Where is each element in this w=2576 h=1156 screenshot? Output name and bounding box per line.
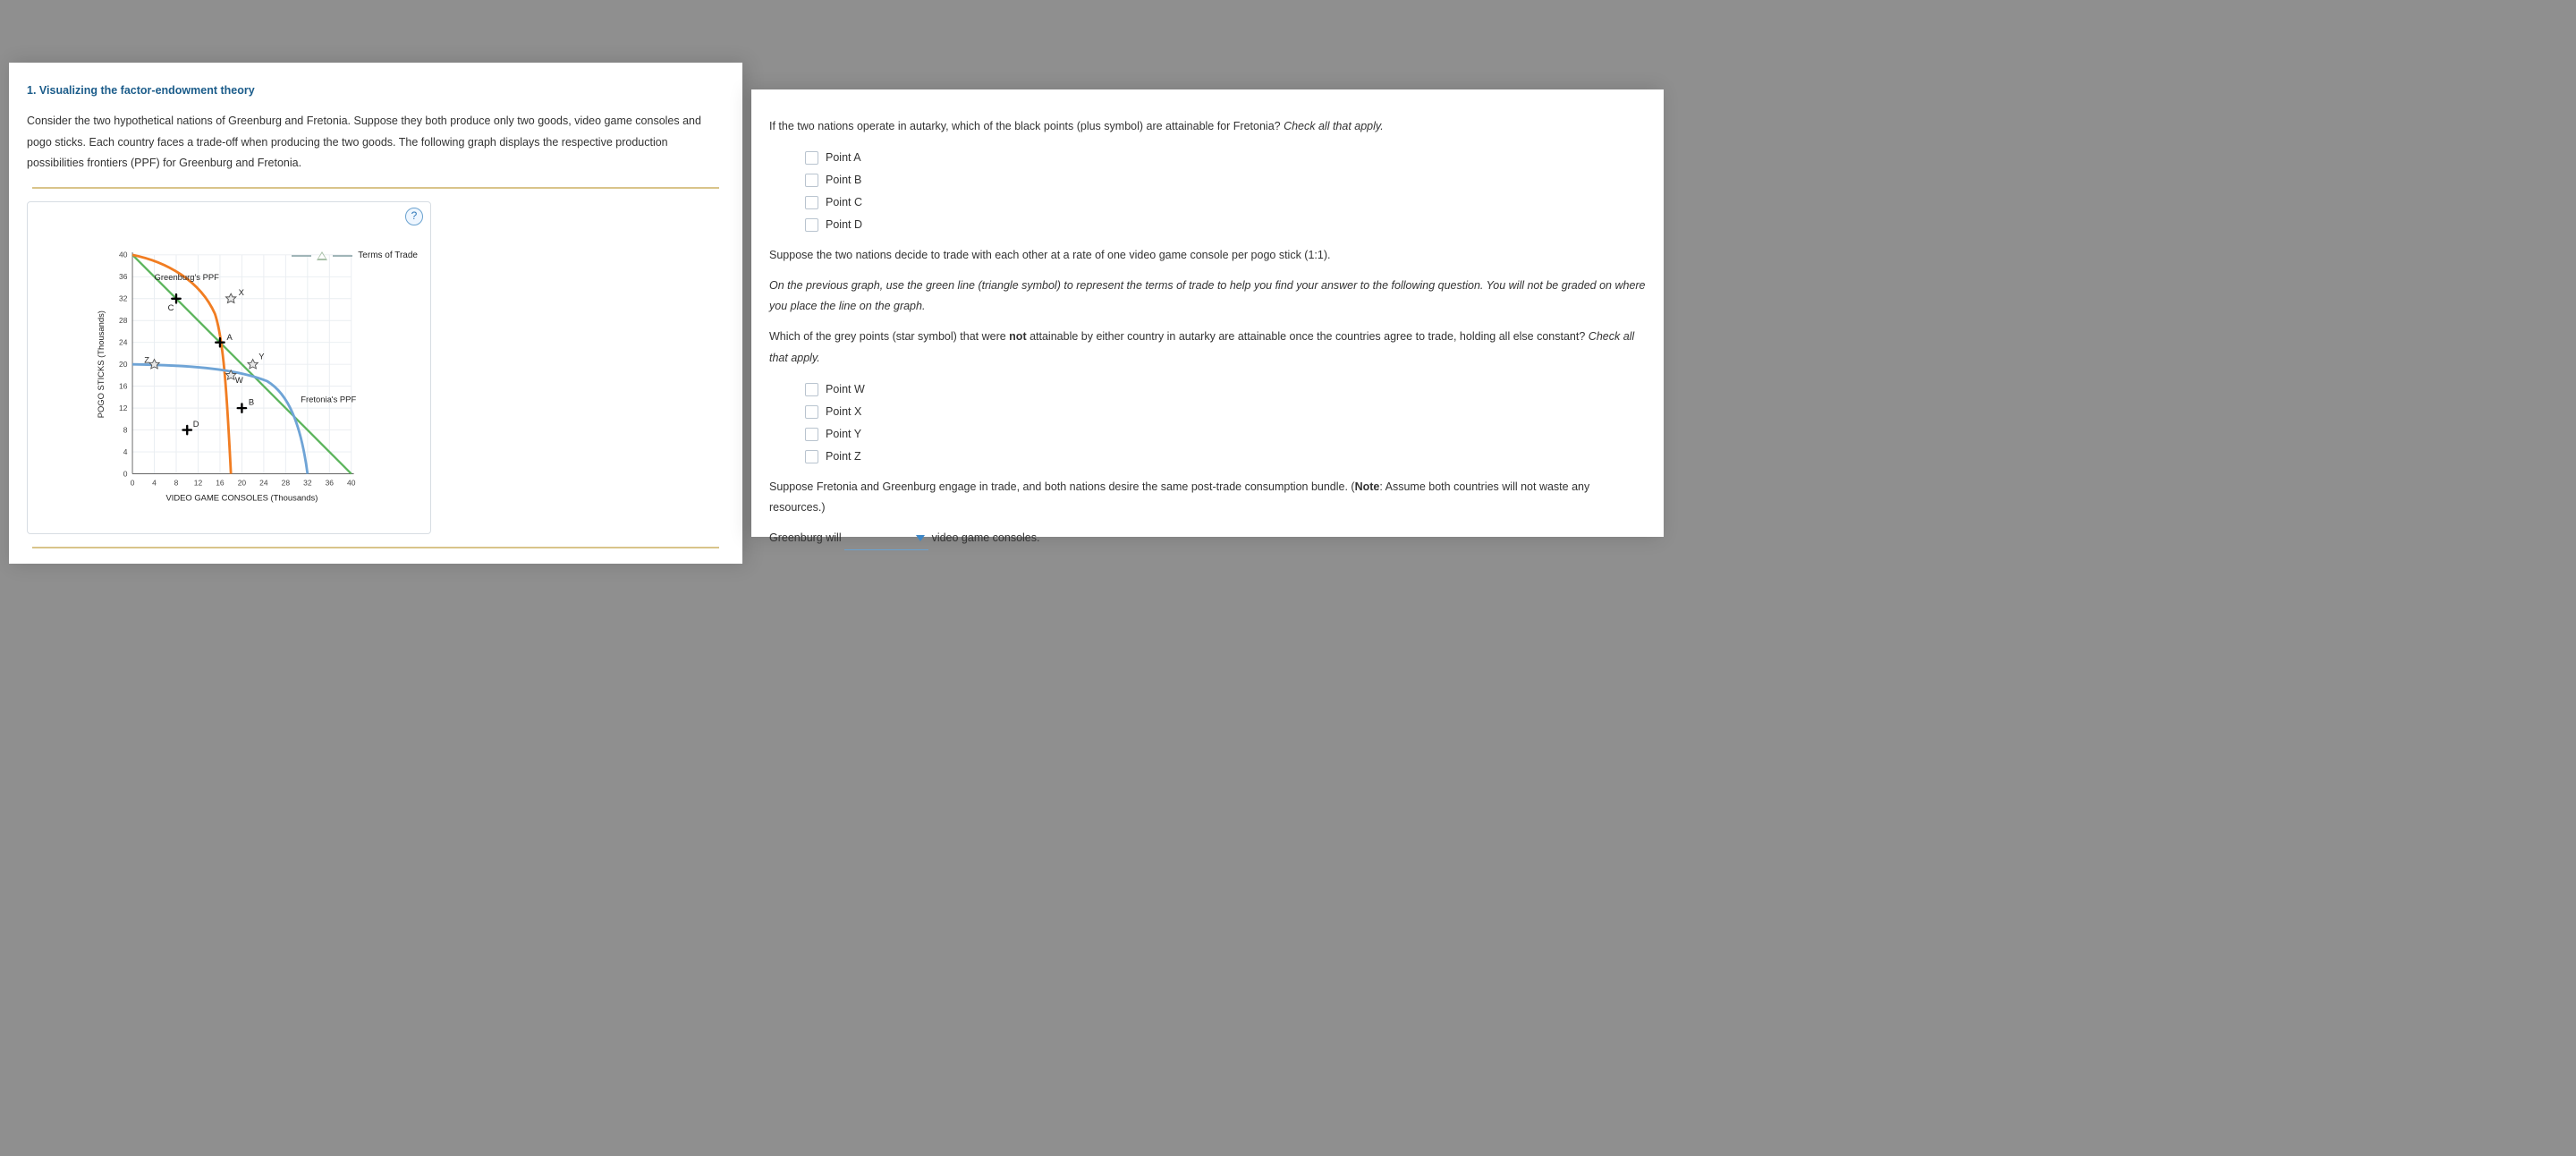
tot-instruction-paragraph: On the previous graph, use the green lin… bbox=[769, 276, 1646, 319]
q3-fill-sentence: Greenburg will video game consoles. bbox=[769, 528, 1646, 550]
page-right: If the two nations operate in autarky, w… bbox=[751, 89, 1664, 537]
chevron-down-icon bbox=[916, 535, 925, 541]
svg-text:40: 40 bbox=[119, 251, 128, 259]
q1-option-c[interactable]: Point C bbox=[805, 191, 1646, 214]
svg-text:28: 28 bbox=[119, 316, 128, 325]
y-axis-label: POGO STICKS (Thousands) bbox=[96, 310, 106, 418]
checkbox-icon[interactable] bbox=[805, 151, 818, 165]
greenburg-action-dropdown[interactable] bbox=[844, 528, 928, 550]
question-title: Visualizing the factor-endowment theory bbox=[39, 84, 255, 97]
point-x-star bbox=[226, 293, 236, 302]
help-button[interactable]: ? bbox=[405, 208, 423, 225]
svg-text:12: 12 bbox=[194, 479, 203, 488]
svg-text:B: B bbox=[249, 396, 254, 406]
point-z-star bbox=[149, 360, 159, 369]
q1-option-d[interactable]: Point D bbox=[805, 214, 1646, 236]
svg-text:20: 20 bbox=[238, 479, 247, 488]
svg-text:24: 24 bbox=[259, 479, 268, 488]
greenburg-ppf-label: Greenburg's PPF bbox=[155, 272, 220, 282]
svg-text:36: 36 bbox=[326, 479, 335, 488]
svg-text:32: 32 bbox=[119, 294, 128, 303]
q1-option-a[interactable]: Point A bbox=[805, 147, 1646, 169]
svg-text:W: W bbox=[235, 375, 243, 385]
question-number: 1. bbox=[27, 84, 36, 97]
checkbox-icon[interactable] bbox=[805, 450, 818, 463]
checkbox-icon[interactable] bbox=[805, 196, 818, 209]
checkbox-icon[interactable] bbox=[805, 428, 818, 441]
q2-prompt: Which of the grey points (star symbol) t… bbox=[769, 327, 1646, 370]
divider bbox=[32, 187, 719, 189]
divider bbox=[32, 547, 719, 548]
q2-option-w[interactable]: Point W bbox=[805, 378, 1646, 401]
svg-text:D: D bbox=[193, 419, 199, 429]
fretonia-ppf-label: Fretonia's PPF bbox=[301, 395, 356, 404]
svg-text:20: 20 bbox=[119, 360, 128, 369]
svg-text:16: 16 bbox=[216, 479, 225, 488]
point-b-plus bbox=[238, 404, 246, 412]
checkbox-icon[interactable] bbox=[805, 174, 818, 187]
svg-text:12: 12 bbox=[119, 404, 128, 412]
svg-text:Y: Y bbox=[258, 352, 265, 361]
svg-text:4: 4 bbox=[152, 479, 157, 488]
svg-text:8: 8 bbox=[174, 479, 179, 488]
line-icon bbox=[333, 255, 352, 257]
q2-option-y[interactable]: Point Y bbox=[805, 423, 1646, 446]
svg-text:24: 24 bbox=[119, 338, 128, 347]
svg-text:8: 8 bbox=[123, 425, 128, 434]
svg-text:28: 28 bbox=[282, 479, 291, 488]
svg-text:C: C bbox=[168, 302, 174, 312]
svg-text:32: 32 bbox=[303, 479, 312, 488]
checkbox-icon[interactable] bbox=[805, 218, 818, 232]
legend: Terms of Trade bbox=[292, 247, 418, 280]
graph-card: ? bbox=[27, 201, 431, 534]
svg-text:X: X bbox=[239, 287, 245, 297]
legend-terms-of-trade[interactable]: Terms of Trade bbox=[292, 247, 418, 264]
svg-text:40: 40 bbox=[347, 479, 356, 488]
triangle-icon bbox=[317, 251, 327, 260]
page-left: 1. Visualizing the factor-endowment theo… bbox=[9, 63, 742, 564]
question-heading: 1. Visualizing the factor-endowment theo… bbox=[27, 81, 724, 102]
checkbox-icon[interactable] bbox=[805, 383, 818, 396]
tot-rate-paragraph: Suppose the two nations decide to trade … bbox=[769, 245, 1646, 267]
x-axis-label: VIDEO GAME CONSOLES (Thousands) bbox=[165, 493, 318, 503]
legend-label: Terms of Trade bbox=[358, 247, 418, 264]
point-y-star bbox=[248, 360, 258, 369]
q2-option-z[interactable]: Point Z bbox=[805, 446, 1646, 468]
svg-text:0: 0 bbox=[123, 469, 128, 478]
intro-paragraph: Consider the two hypothetical nations of… bbox=[27, 111, 724, 174]
svg-text:Z: Z bbox=[144, 354, 149, 364]
point-d-plus bbox=[183, 426, 191, 434]
svg-text:4: 4 bbox=[123, 447, 128, 456]
ppf-chart[interactable]: 0 4 8 12 16 20 24 28 32 36 40 0 4 8 12 bbox=[90, 238, 323, 471]
line-icon bbox=[292, 255, 311, 257]
svg-text:16: 16 bbox=[119, 381, 128, 390]
q2-option-x[interactable]: Point X bbox=[805, 401, 1646, 423]
checkbox-icon[interactable] bbox=[805, 405, 818, 419]
q1-prompt: If the two nations operate in autarky, w… bbox=[769, 116, 1646, 138]
q3-paragraph: Suppose Fretonia and Greenburg engage in… bbox=[769, 477, 1646, 520]
q1-option-b[interactable]: Point B bbox=[805, 169, 1646, 191]
svg-text:A: A bbox=[226, 332, 233, 342]
svg-text:36: 36 bbox=[119, 272, 128, 281]
svg-text:0: 0 bbox=[131, 479, 135, 488]
